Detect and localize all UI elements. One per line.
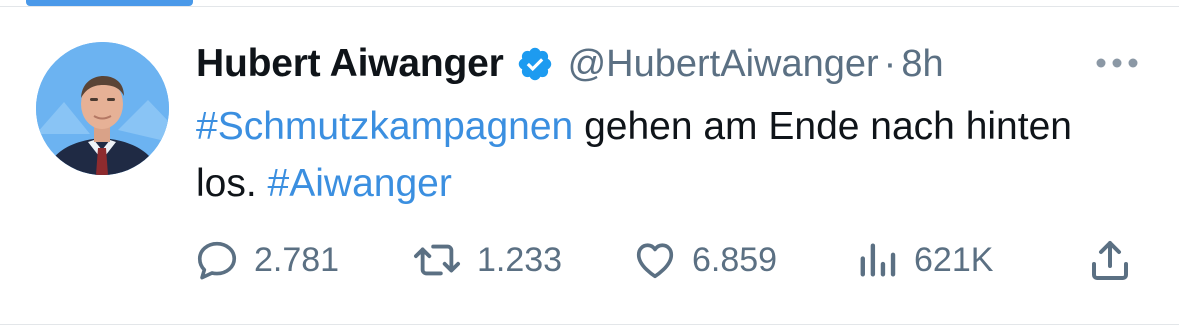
- views-button[interactable]: 621K: [856, 234, 993, 286]
- share-upload-icon: [1086, 236, 1134, 284]
- like-button[interactable]: 6.859: [632, 234, 777, 286]
- header-separator: ·: [883, 42, 897, 85]
- heart-icon: [632, 237, 678, 283]
- views-bar-chart-icon: [856, 238, 900, 282]
- views-count: 621K: [914, 240, 994, 279]
- hashtag-link[interactable]: #Aiwanger: [268, 162, 452, 205]
- bottom-divider: [0, 324, 1179, 325]
- top-divider: [0, 6, 1179, 7]
- retweet-button[interactable]: 1.233: [411, 234, 562, 286]
- author-display-name[interactable]: Hubert Aiwanger: [196, 42, 504, 86]
- tweet-timestamp[interactable]: 8h: [901, 43, 943, 86]
- verified-badge-icon: [516, 45, 554, 83]
- retweet-count: 1.233: [477, 240, 563, 279]
- share-button[interactable]: [1086, 234, 1134, 286]
- reply-count: 2.781: [254, 240, 340, 279]
- tweet-card[interactable]: Hubert Aiwanger @HubertAiwanger · 8h #Sc…: [0, 0, 1179, 335]
- like-count: 6.859: [692, 240, 778, 279]
- more-options-icon[interactable]: [1094, 56, 1140, 70]
- tweet-header: Hubert Aiwanger @HubertAiwanger · 8h: [196, 38, 944, 90]
- avatar[interactable]: [36, 42, 169, 175]
- reply-bubble-icon: [194, 237, 240, 283]
- hashtag-link[interactable]: #Schmutzkampagnen: [196, 105, 573, 148]
- reply-button[interactable]: 2.781: [194, 234, 339, 286]
- tweet-text: #Schmutzkampagnen gehen am Ende nach hin…: [196, 98, 1116, 212]
- tweet-action-bar: 2.781 1.233 6.859 621K: [0, 234, 1179, 286]
- author-handle[interactable]: @HubertAiwanger: [568, 43, 879, 86]
- retweet-icon: [411, 237, 463, 283]
- avatar-photo: [36, 42, 169, 175]
